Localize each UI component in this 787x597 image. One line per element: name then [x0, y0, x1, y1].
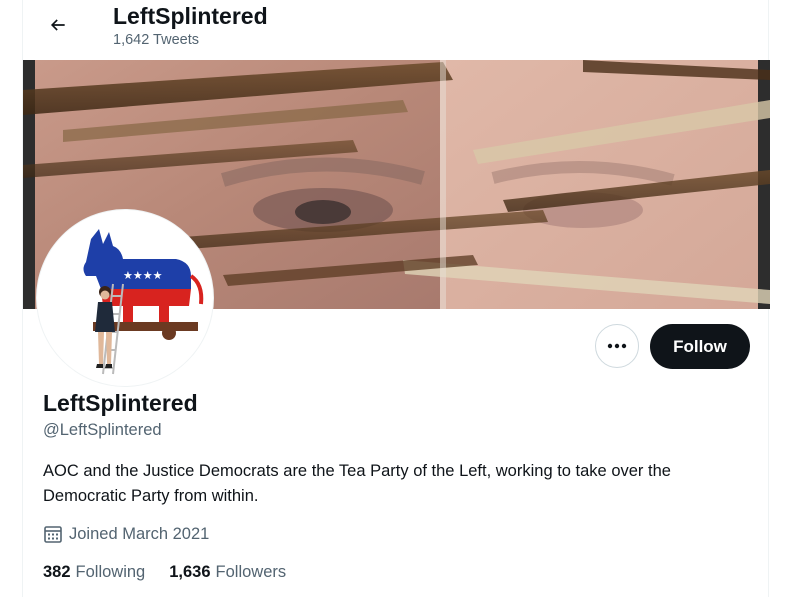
- profile-bio: AOC and the Justice Democrats are the Te…: [43, 462, 671, 505]
- tweet-count: 1,642 Tweets: [113, 32, 199, 48]
- follow-button[interactable]: Follow: [650, 324, 750, 369]
- user-handle: @LeftSplintered: [43, 421, 162, 439]
- main-column: LeftSplintered 1,642 Tweets ★★★★ Follow …: [22, 0, 770, 597]
- more-options-button[interactable]: [595, 324, 639, 368]
- follow-stats: 382 Following 1,636 Followers: [43, 563, 310, 582]
- following-label: Following: [75, 563, 146, 581]
- followers-count: 1,636: [169, 563, 211, 581]
- profile-avatar[interactable]: ★★★★: [37, 210, 213, 386]
- header-title: LeftSplintered: [113, 3, 268, 29]
- profile-page: LeftSplintered 1,642 Tweets ★★★★ Follow …: [0, 0, 787, 597]
- display-name: LeftSplintered: [43, 390, 198, 416]
- followers-link[interactable]: 1,636 Followers: [169, 563, 286, 582]
- followers-label: Followers: [215, 563, 287, 581]
- back-button[interactable]: [40, 7, 76, 43]
- profile-header-bar: LeftSplintered 1,642 Tweets: [23, 0, 768, 60]
- following-count: 382: [43, 563, 71, 581]
- ellipsis-icon: [607, 343, 627, 349]
- arrow-left-icon: [50, 19, 65, 31]
- calendar-icon: [44, 526, 62, 543]
- joined-date: Joined March 2021: [43, 524, 209, 544]
- donkey-logo-avatar: ★★★★: [41, 214, 209, 382]
- following-link[interactable]: 382 Following: [43, 563, 145, 582]
- joined-text: Joined March 2021: [69, 524, 210, 543]
- svg-text:★★★★: ★★★★: [123, 269, 163, 282]
